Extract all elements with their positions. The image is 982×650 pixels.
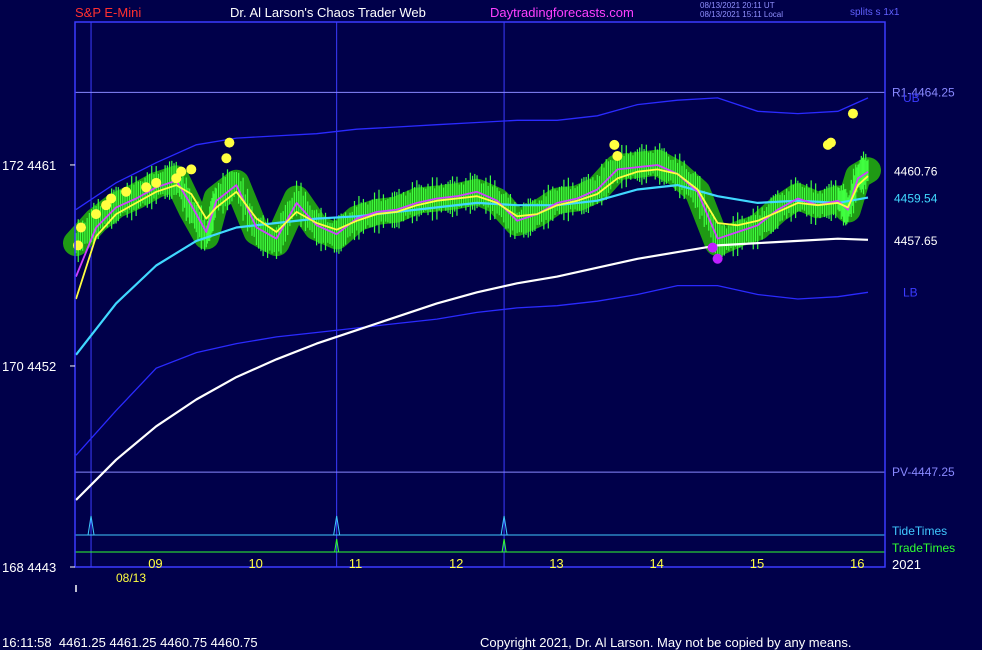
yellow-dot-10: [186, 164, 197, 175]
yellow-dot-11: [221, 153, 232, 164]
x-date-label: 08/13: [116, 571, 146, 585]
yellow-dot-14: [609, 139, 620, 150]
y-tick-label-0: 172 4461: [2, 158, 56, 173]
yellow-dot-16: [825, 137, 836, 148]
timestamp-local: 08/13/2021 15:11 Local: [700, 10, 783, 19]
yellow-dot-6: [141, 182, 152, 193]
author-title: Dr. Al Larson's Chaos Trader Web: [230, 5, 426, 20]
value-label-2: 4457.65: [894, 234, 938, 248]
yellow-dot-5: [121, 186, 132, 197]
x-tick-label-16: 16: [850, 556, 864, 571]
value-label-1: 4459.54: [894, 192, 938, 206]
band-label-lb: LB: [903, 285, 918, 299]
x-tick-label-14: 14: [649, 556, 663, 571]
yellow-dot-9: [176, 166, 187, 177]
value-label-0: 4460.76: [894, 164, 938, 178]
site-link[interactable]: Daytradingforecasts.com: [490, 5, 634, 20]
x-tick-label-10: 10: [248, 556, 262, 571]
timestamp-ut: 08/13/2021 20:11 UT: [700, 1, 775, 10]
x-tick-label-12: 12: [449, 556, 463, 571]
yellow-dot-17: [847, 108, 858, 119]
y-tick-label-1: 170 4452: [2, 359, 56, 374]
level-label-1: PV-4447.25: [892, 465, 955, 479]
quote-line: 16:11:58 4461.25 4461.25 4460.75 4460.75: [2, 635, 258, 650]
yellow-dot-2: [91, 209, 102, 220]
magenta-dot-0: [707, 242, 718, 253]
magenta-dot-1: [712, 253, 723, 264]
x-year-label: 2021: [892, 557, 921, 572]
x-tick-label-13: 13: [549, 556, 563, 571]
copyright: Copyright 2021, Dr. Al Larson. May not b…: [480, 635, 851, 650]
chart-canvas: S&P E-Mini Dr. Al Larson's Chaos Trader …: [0, 0, 982, 650]
band-label-ub: UB: [903, 91, 920, 105]
level-label-0: R1-4464.25: [892, 85, 955, 99]
trade-times-label: TradeTimes: [892, 541, 955, 555]
splits-label: splits s 1x1: [850, 7, 900, 18]
x-tick-label-11: 11: [349, 556, 363, 571]
symbol-title: S&P E-Mini: [75, 5, 141, 20]
yellow-dot-12: [224, 137, 235, 148]
yellow-dot-4: [106, 193, 117, 204]
y-tick-label-2: 168 4443: [2, 560, 56, 575]
yellow-dot-1: [76, 222, 87, 233]
tide-times-label: TideTimes: [892, 524, 947, 538]
x-tick-label-9: 09: [148, 556, 162, 571]
x-tick-label-15: 15: [750, 556, 764, 571]
yellow-dot-13: [612, 151, 623, 162]
yellow-dot-7: [151, 177, 162, 188]
